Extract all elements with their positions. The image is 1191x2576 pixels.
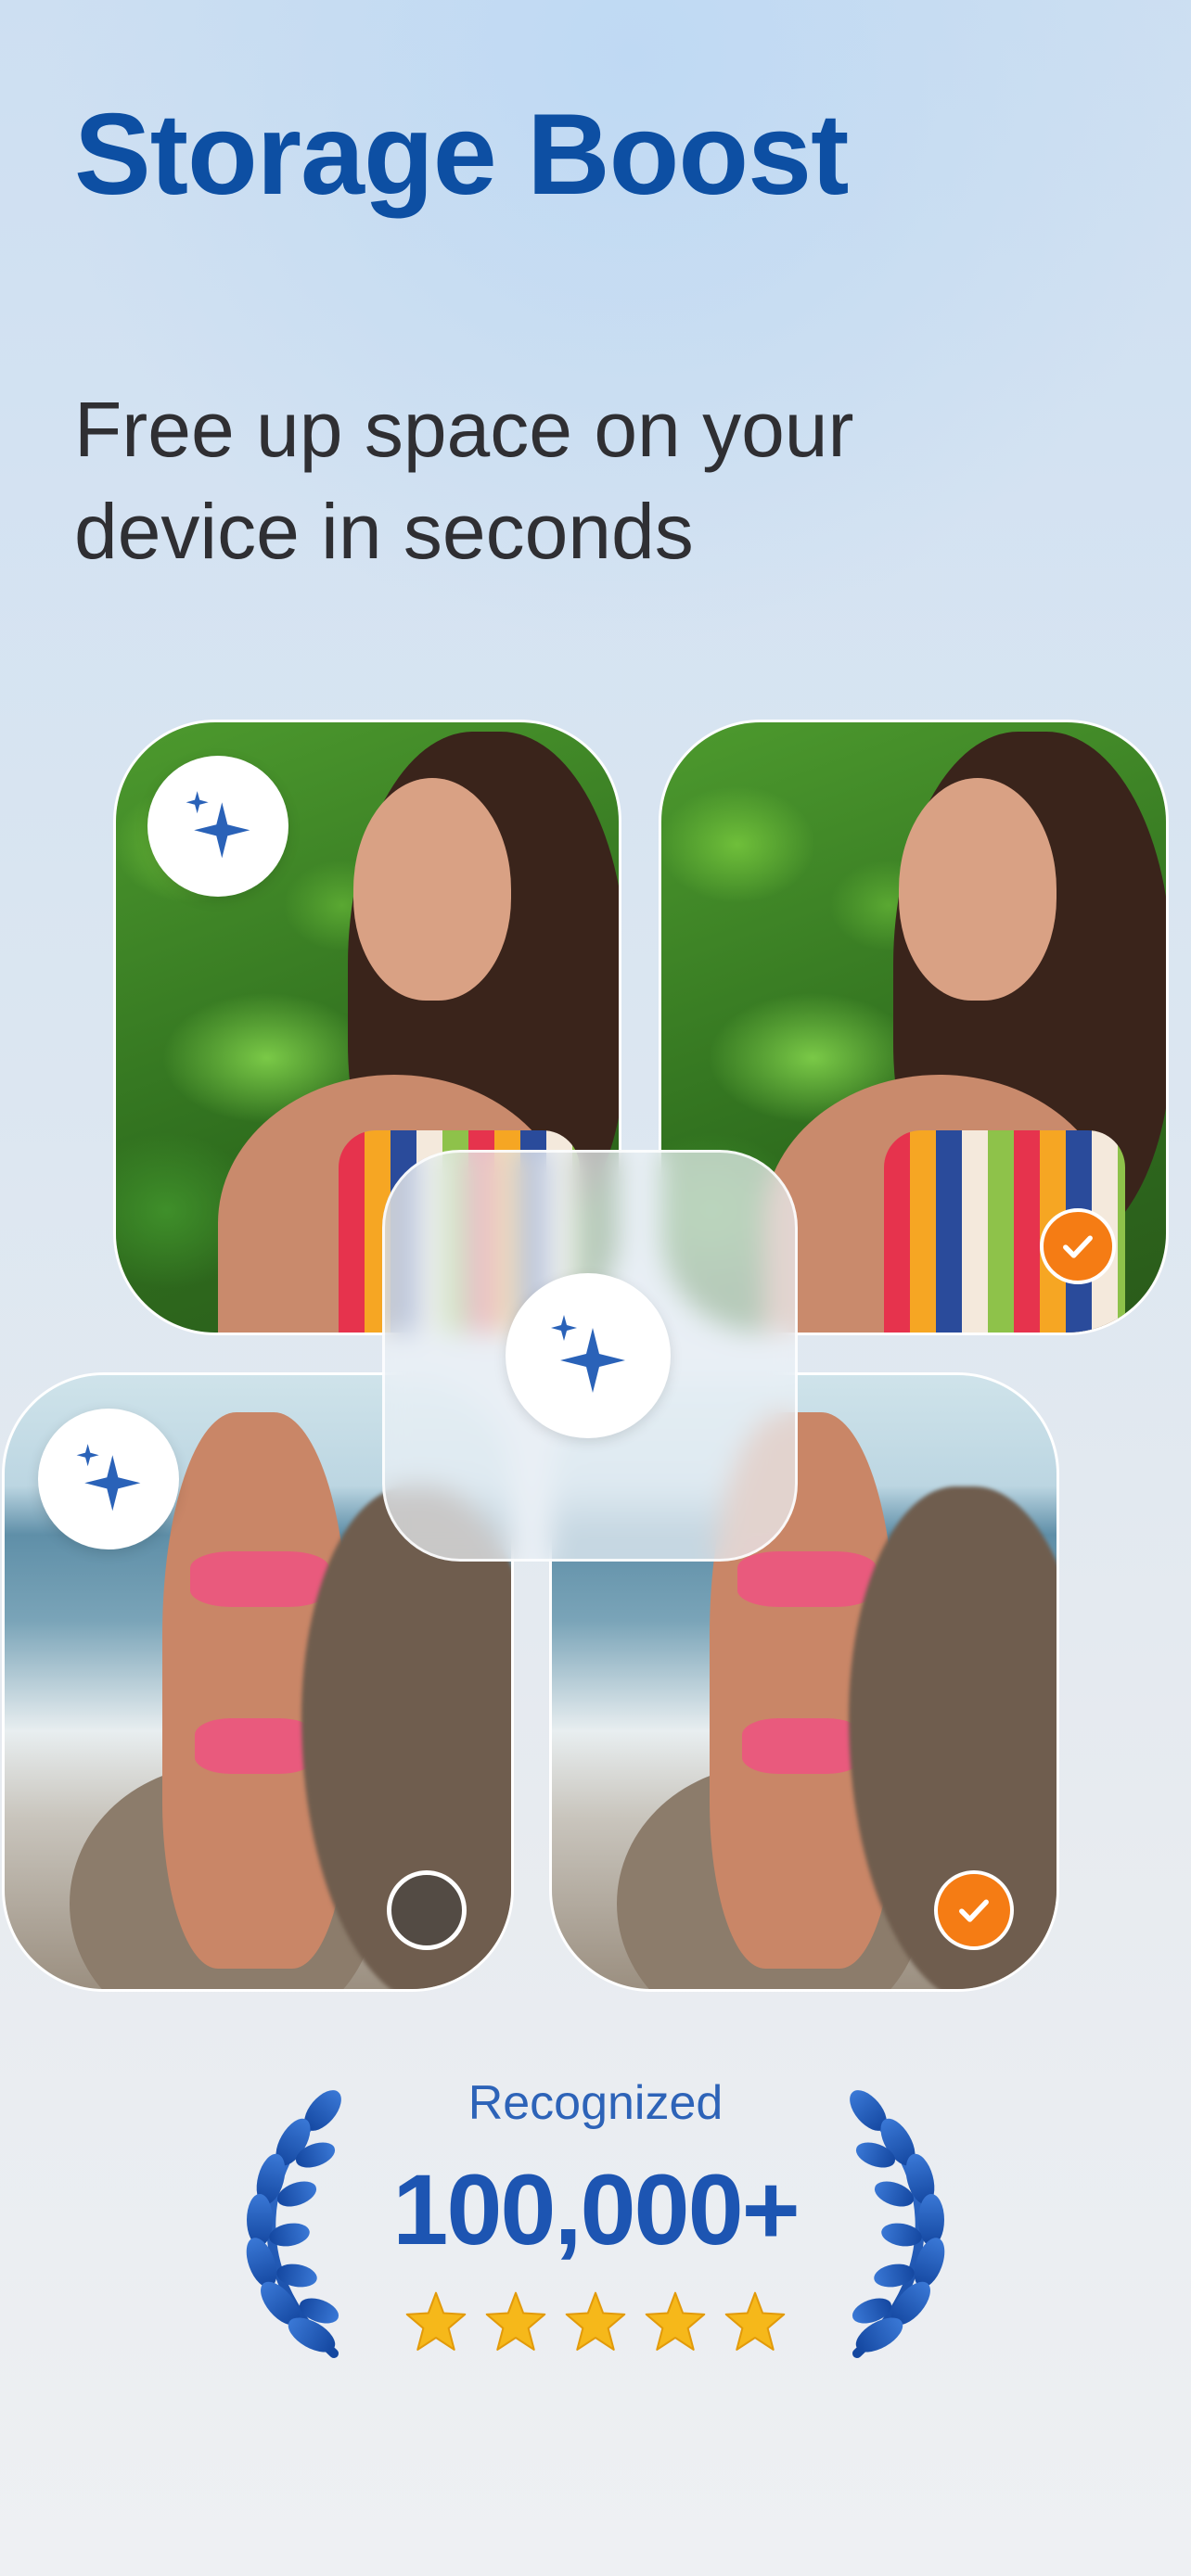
ai-sparkle-button[interactable] [506, 1273, 671, 1438]
star-icon [565, 2291, 626, 2351]
star-icon [405, 2291, 467, 2351]
checkmark-icon [959, 1899, 989, 1922]
star-icon [485, 2291, 546, 2351]
selected-check-badge[interactable] [934, 1870, 1014, 1950]
bikini-top [190, 1551, 329, 1607]
star-icon [645, 2291, 706, 2351]
star-icon [724, 2291, 786, 2351]
selected-check-badge[interactable] [1040, 1208, 1116, 1284]
checkmark-icon [1063, 1235, 1093, 1258]
laurel-right-icon [850, 2090, 945, 2358]
bikini-top [737, 1551, 877, 1607]
laurel-left-icon [246, 2090, 341, 2358]
sparkle-icon [76, 1444, 141, 1511]
user-count: 100,000+ [392, 2153, 800, 2265]
sparkle-icon [551, 1315, 625, 1393]
bikini-bottom [195, 1718, 315, 1774]
star-rating [404, 2290, 787, 2355]
unselected-radio[interactable] [387, 1870, 467, 1950]
face [353, 778, 511, 1001]
ai-sparkle-badge[interactable] [147, 756, 288, 897]
face [899, 778, 1057, 1001]
page-subtitle: Free up space on your device in seconds [74, 386, 854, 575]
recognized-label: Recognized [467, 2076, 724, 2130]
sparkle-icon [186, 791, 250, 859]
page-title: Storage Boost [74, 91, 849, 219]
center-frosted-panel [382, 1150, 798, 1562]
ai-sparkle-badge[interactable] [38, 1409, 179, 1549]
bikini-bottom [742, 1718, 863, 1774]
